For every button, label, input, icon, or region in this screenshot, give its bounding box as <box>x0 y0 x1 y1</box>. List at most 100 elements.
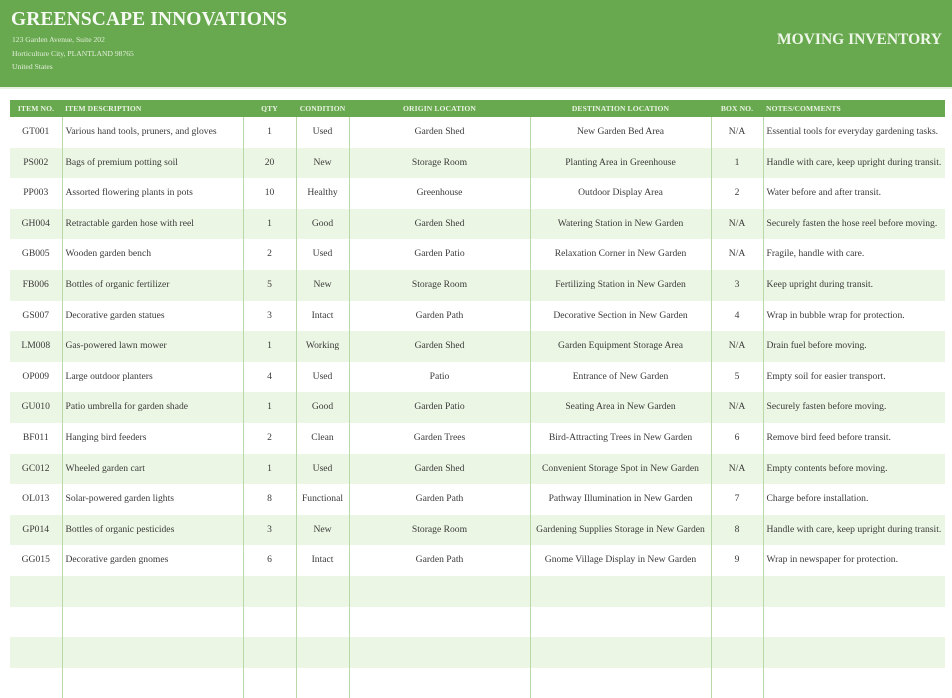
origin-cell[interactable]: Garden Patio <box>348 239 530 270</box>
item-no-cell[interactable]: GH004 <box>10 208 62 240</box>
qty-cell[interactable]: 2 <box>242 422 296 454</box>
notes-cell[interactable]: Securely fasten before moving. <box>762 392 945 423</box>
notes-cell[interactable]: Keep upright during transit. <box>762 269 945 301</box>
origin-cell[interactable]: Garden Shed <box>348 208 530 240</box>
col-header-notes[interactable]: NOTES/COMMENTS <box>763 100 945 117</box>
description-cell[interactable]: Assorted flowering plants in pots <box>61 178 243 209</box>
box-no-cell[interactable]: N/A <box>710 117 763 148</box>
col-header-box-no[interactable]: BOX NO. <box>711 100 763 117</box>
description-cell[interactable]: Bags of premium potting soil <box>61 147 243 179</box>
box-no-cell[interactable]: N/A <box>710 392 763 423</box>
condition-cell[interactable]: Functional <box>295 484 349 515</box>
description-cell[interactable]: Bottles of organic pesticides <box>61 514 243 546</box>
empty-qty-cell[interactable] <box>242 606 296 638</box>
notes-cell[interactable]: Charge before installation. <box>762 484 945 515</box>
destination-cell[interactable]: Fertilizing Station in New Garden <box>529 269 711 301</box>
item-no-cell[interactable]: GG015 <box>10 545 62 576</box>
table-row[interactable]: BF011 Hanging bird feeders 2 Clean Garden Tr… <box>10 422 945 454</box>
empty-qty-cell[interactable] <box>242 667 296 698</box>
empty-item-no-cell[interactable] <box>10 667 62 698</box>
item-no-cell[interactable]: GP014 <box>10 514 62 546</box>
destination-cell[interactable]: Watering Station in New Garden <box>529 208 711 240</box>
destination-cell[interactable]: Entrance of New Garden <box>529 361 711 393</box>
empty-origin-cell[interactable] <box>348 575 530 607</box>
table-row[interactable]: LM008 Gas-powered lawn mower 1 Working Garde… <box>10 331 945 362</box>
condition-cell[interactable]: Intact <box>295 545 349 576</box>
box-no-cell[interactable]: 1 <box>710 147 763 179</box>
origin-cell[interactable]: Storage Room <box>348 147 530 179</box>
condition-cell[interactable]: Healthy <box>295 178 349 209</box>
origin-cell[interactable]: Greenhouse <box>348 178 530 209</box>
table-row[interactable]: GH004 Retractable garden hose with reel 1 G… <box>10 208 945 240</box>
qty-cell[interactable]: 2 <box>242 239 296 270</box>
item-no-cell[interactable]: GC012 <box>10 453 62 485</box>
item-no-cell[interactable]: FB006 <box>10 269 62 301</box>
col-header-destination-location[interactable]: DESTINATION LOCATION <box>530 100 711 117</box>
table-row[interactable]: GG015 Decorative garden gnomes 6 Intact Gard… <box>10 545 945 576</box>
destination-cell[interactable]: Outdoor Display Area <box>529 178 711 209</box>
origin-cell[interactable]: Storage Room <box>348 269 530 301</box>
origin-cell[interactable]: Garden Shed <box>348 453 530 485</box>
condition-cell[interactable]: New <box>295 514 349 546</box>
table-row[interactable]: GC012 Wheeled garden cart 1 Used Garden Shed… <box>10 453 945 485</box>
box-no-cell[interactable]: N/A <box>710 239 763 270</box>
condition-cell[interactable]: Used <box>295 239 349 270</box>
destination-cell[interactable]: Convenient Storage Spot in New Garden <box>529 453 711 485</box>
condition-cell[interactable]: Clean <box>295 422 349 454</box>
qty-cell[interactable]: 3 <box>242 300 296 332</box>
empty-destination-cell[interactable] <box>529 606 711 638</box>
qty-cell[interactable]: 1 <box>242 453 296 485</box>
destination-cell[interactable]: Gardening Supplies Storage in New Garden <box>529 514 711 546</box>
qty-cell[interactable]: 5 <box>242 269 296 301</box>
destination-cell[interactable]: Gnome Village Display in New Garden <box>529 545 711 576</box>
table-row[interactable]: GU010 Patio umbrella for garden shade 1 Goo… <box>10 392 945 423</box>
description-cell[interactable]: Gas-powered lawn mower <box>61 331 243 362</box>
table-row[interactable]: GB005 Wooden garden bench 2 Used Garden Pati… <box>10 239 945 270</box>
table-row[interactable]: FB006 Bottles of organic fertilizer 5 New St… <box>10 269 945 301</box>
description-cell[interactable]: Retractable garden hose with reel <box>61 208 243 240</box>
empty-destination-cell[interactable] <box>529 667 711 698</box>
qty-cell[interactable]: 8 <box>242 484 296 515</box>
description-cell[interactable]: Hanging bird feeders <box>61 422 243 454</box>
condition-cell[interactable]: New <box>295 269 349 301</box>
empty-origin-cell[interactable] <box>348 667 530 698</box>
description-cell[interactable]: Large outdoor planters <box>61 361 243 393</box>
empty-description-cell[interactable] <box>61 606 243 638</box>
empty-table-row[interactable] <box>10 575 945 607</box>
empty-qty-cell[interactable] <box>242 575 296 607</box>
box-no-cell[interactable]: 3 <box>710 269 763 301</box>
description-cell[interactable]: Wheeled garden cart <box>61 453 243 485</box>
description-cell[interactable]: Decorative garden statues <box>61 300 243 332</box>
qty-cell[interactable]: 10 <box>242 178 296 209</box>
empty-destination-cell[interactable] <box>529 637 711 668</box>
origin-cell[interactable]: Garden Path <box>348 484 530 515</box>
qty-cell[interactable]: 1 <box>242 117 296 148</box>
item-no-cell[interactable]: LM008 <box>10 331 62 362</box>
empty-origin-cell[interactable] <box>348 606 530 638</box>
table-row[interactable]: GS007 Decorative garden statues 3 Intact Gar… <box>10 300 945 332</box>
empty-notes-cell[interactable] <box>762 637 945 668</box>
condition-cell[interactable]: Working <box>295 331 349 362</box>
col-header-qty[interactable]: QTY <box>243 100 296 117</box>
empty-condition-cell[interactable] <box>295 606 349 638</box>
condition-cell[interactable]: New <box>295 147 349 179</box>
empty-table-row[interactable] <box>10 637 945 668</box>
item-no-cell[interactable]: GB005 <box>10 239 62 270</box>
table-row[interactable]: PS002 Bags of premium potting soil 20 New St… <box>10 147 945 179</box>
description-cell[interactable]: Various hand tools, pruners, and gloves <box>61 117 243 148</box>
condition-cell[interactable]: Good <box>295 208 349 240</box>
destination-cell[interactable]: Seating Area in New Garden <box>529 392 711 423</box>
notes-cell[interactable]: Wrap in newspaper for protection. <box>762 545 945 576</box>
box-no-cell[interactable]: 6 <box>710 422 763 454</box>
item-no-cell[interactable]: PP003 <box>10 178 62 209</box>
condition-cell[interactable]: Used <box>295 453 349 485</box>
destination-cell[interactable]: Garden Equipment Storage Area <box>529 331 711 362</box>
condition-cell[interactable]: Good <box>295 392 349 423</box>
origin-cell[interactable]: Patio <box>348 361 530 393</box>
origin-cell[interactable]: Garden Path <box>348 300 530 332</box>
empty-box-no-cell[interactable] <box>710 606 763 638</box>
box-no-cell[interactable]: N/A <box>710 453 763 485</box>
notes-cell[interactable]: Remove bird feed before transit. <box>762 422 945 454</box>
notes-cell[interactable]: Handle with care, keep upright during tr… <box>762 147 945 179</box>
origin-cell[interactable]: Garden Trees <box>348 422 530 454</box>
